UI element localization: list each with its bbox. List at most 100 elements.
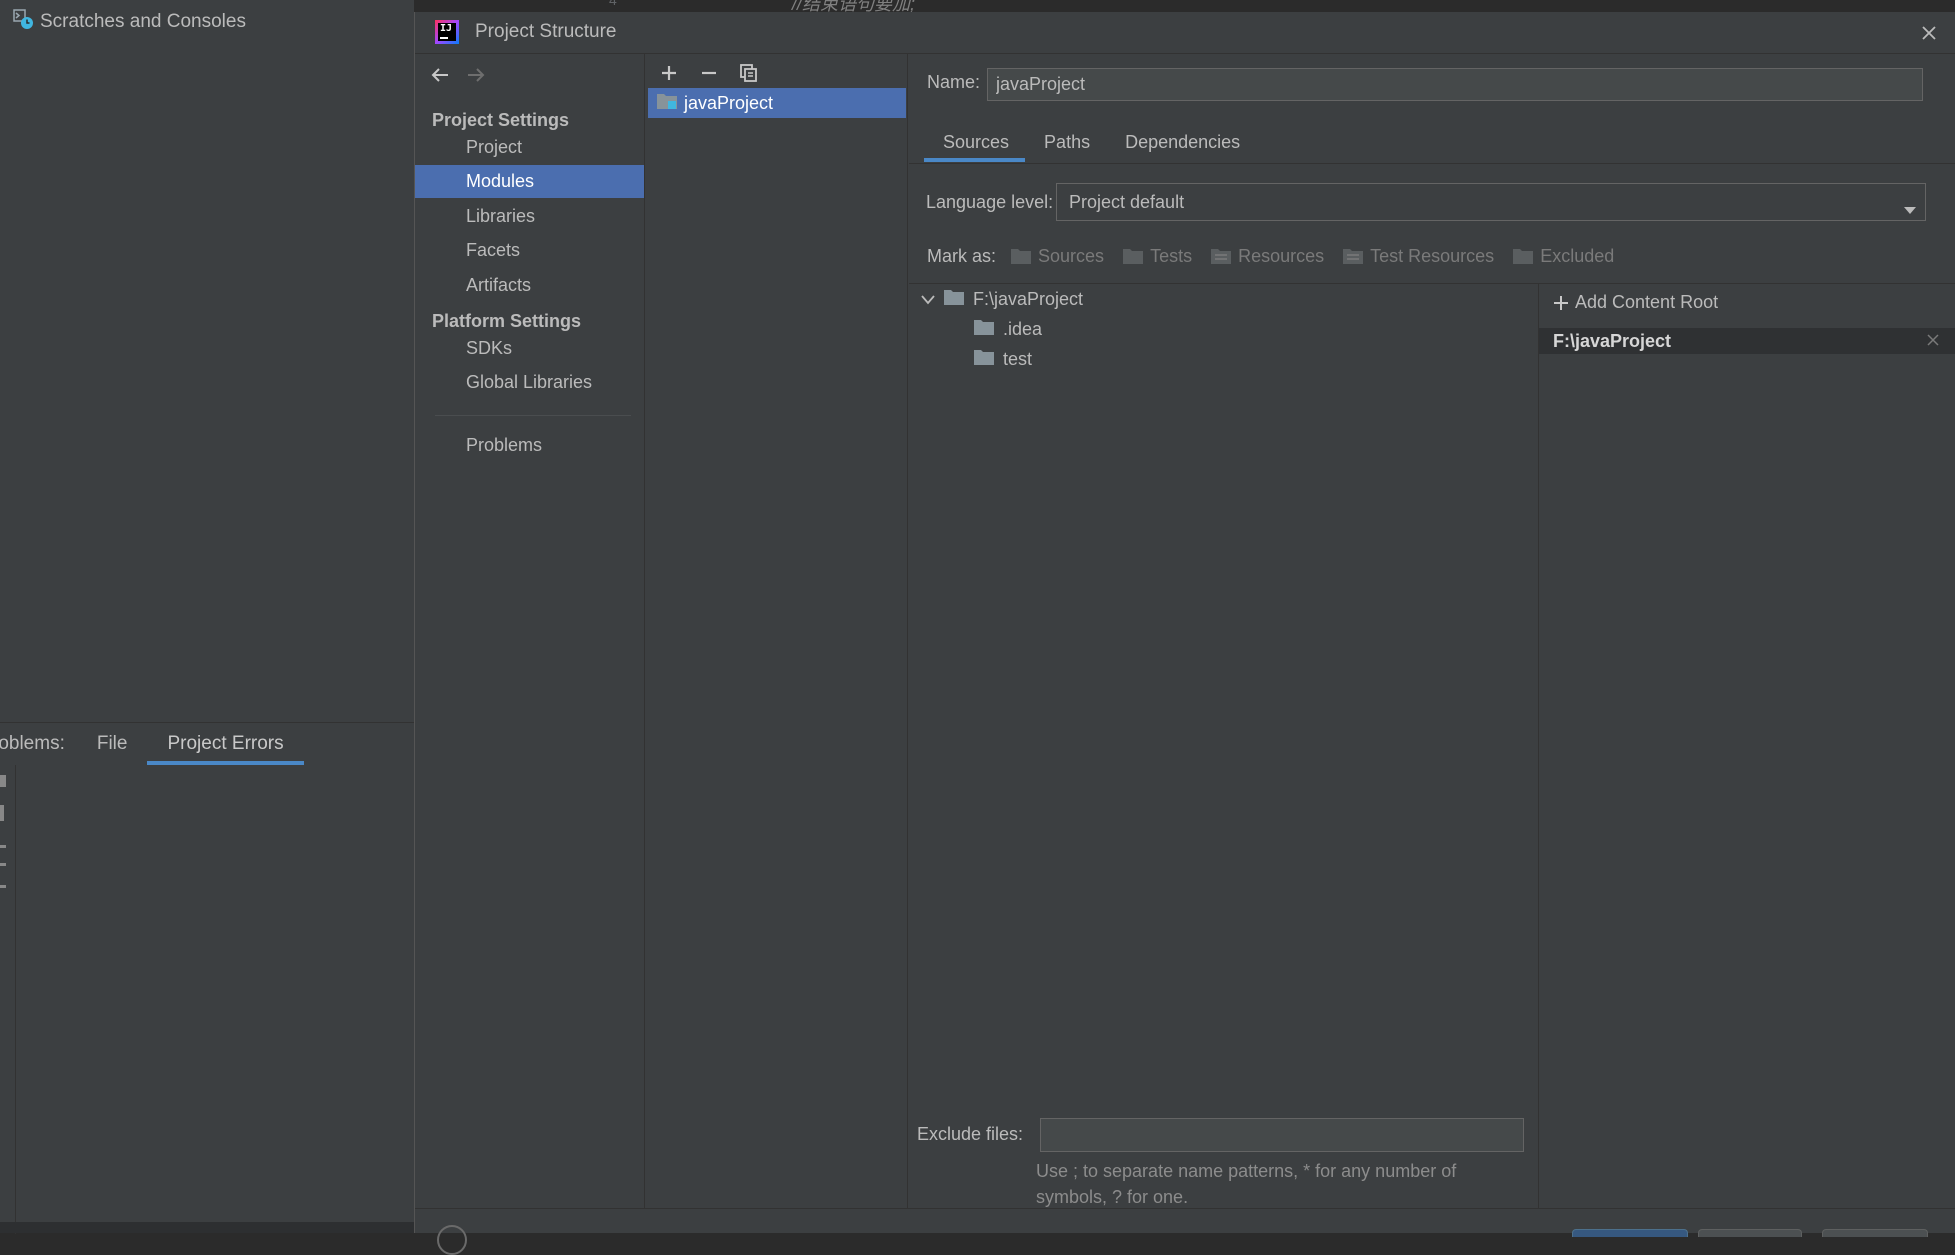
language-level-select[interactable]: Project default <box>1056 183 1926 221</box>
exclude-files-field[interactable] <box>1040 1118 1524 1152</box>
status-bar <box>0 1222 414 1233</box>
folder-icon <box>973 318 995 341</box>
tree-root-node[interactable]: F:\javaProject <box>921 286 1083 312</box>
settings-nav: Project Settings Project Modules Librari… <box>415 54 645 1208</box>
module-name: javaProject <box>684 92 774 113</box>
problems-label: roblems: <box>0 733 65 754</box>
toolbar-mark[interactable] <box>0 775 6 787</box>
scratches-label: Scratches and Consoles <box>40 11 246 32</box>
nav-item-global-libraries[interactable]: Global Libraries <box>415 366 644 399</box>
mark-as-sources-label: Sources <box>1038 245 1105 266</box>
tab-project-errors[interactable]: Project Errors <box>147 723 304 765</box>
copy-icon[interactable] <box>736 60 762 86</box>
tree-node-label: test <box>1003 348 1033 369</box>
language-level-label: Language level: <box>926 192 1054 212</box>
dialog-footer <box>415 1208 1955 1255</box>
cancel-button[interactable] <box>1698 1229 1802 1237</box>
close-icon[interactable] <box>1916 20 1942 46</box>
nav-item-facets[interactable]: Facets <box>415 234 644 267</box>
content-root-entry[interactable]: F:\javaProject <box>1539 328 1955 354</box>
chevron-down-icon <box>1903 199 1917 220</box>
nav-item-project[interactable]: Project <box>415 131 644 164</box>
remove-root-icon[interactable] <box>1925 332 1941 353</box>
test-resources-folder-icon <box>1343 249 1364 264</box>
nav-item-libraries[interactable]: Libraries <box>415 200 644 233</box>
folder-icon <box>943 288 965 311</box>
exclude-files-label: Exclude files: <box>917 1124 1024 1144</box>
sources-folder-icon <box>1011 249 1032 264</box>
toolbar-mark[interactable] <box>0 885 6 888</box>
nav-item-modules[interactable]: Modules <box>415 165 644 198</box>
mark-as-sources-button[interactable]: Sources <box>1010 246 1104 267</box>
nav-item-artifacts[interactable]: Artifacts <box>415 269 644 302</box>
tab-sources[interactable]: Sources <box>924 122 1026 162</box>
tree-node-label: .idea <box>1003 318 1043 339</box>
excluded-folder-icon <box>1513 249 1534 264</box>
tree-node-test[interactable]: test <box>973 346 1032 372</box>
exclude-files-help: Use ; to separate name patterns, * for a… <box>1036 1158 1536 1210</box>
mark-as-resources-button[interactable]: Resources <box>1210 246 1324 267</box>
apply-button[interactable] <box>1822 1229 1928 1237</box>
tab-file[interactable]: File <box>77 723 148 765</box>
editor-line-number: 4 <box>609 0 617 8</box>
forward-arrow-icon[interactable] <box>465 64 487 88</box>
language-level-value: Project default <box>1069 191 1185 212</box>
mark-as-excluded-button[interactable]: Excluded <box>1512 246 1614 267</box>
mark-as-resources-label: Resources <box>1238 245 1325 266</box>
module-folder-icon <box>656 91 678 116</box>
help-icon[interactable] <box>437 1225 467 1255</box>
plus-icon <box>1554 295 1568 310</box>
back-arrow-icon[interactable] <box>429 64 451 88</box>
nav-arrows <box>429 64 487 88</box>
remove-icon[interactable] <box>696 60 722 86</box>
tab-paths[interactable]: Paths <box>1025 122 1106 162</box>
ok-button[interactable] <box>1572 1229 1688 1237</box>
toolbar-mark[interactable] <box>0 805 4 821</box>
nav-divider <box>435 415 631 416</box>
problems-tool-window: roblems: File Project Errors <box>0 722 414 1234</box>
tree-node-idea[interactable]: .idea <box>973 316 1042 342</box>
add-content-root-label: Add Content Root <box>1575 292 1719 312</box>
content-roots-panel: Add Content Root F:\javaProject <box>1538 284 1955 1208</box>
mark-as-test-resources-button[interactable]: Test Resources <box>1342 246 1494 267</box>
intellij-app-icon: IJ <box>435 20 459 44</box>
editor-area: 4 //结束语句要加; <box>414 0 1955 14</box>
tab-dependencies[interactable]: Dependencies <box>1106 122 1256 162</box>
project-structure-dialog: IJ Project Structure Project Settings Pr… <box>414 12 1955 1255</box>
content-root-path: F:\javaProject <box>1553 330 1672 351</box>
problems-side-toolbar <box>0 765 16 1234</box>
tabs-divider <box>909 163 1955 164</box>
module-tabs: Sources Paths Dependencies <box>924 122 1256 162</box>
nav-item-sdks[interactable]: SDKs <box>415 332 644 365</box>
module-list-item[interactable]: javaProject <box>648 88 906 118</box>
tree-root-label: F:\javaProject <box>973 288 1084 309</box>
module-name-field[interactable] <box>987 68 1923 101</box>
add-icon[interactable] <box>656 60 682 86</box>
resources-folder-icon <box>1211 249 1232 264</box>
mark-as-label: Mark as: <box>927 245 997 266</box>
mark-as-test-resources-label: Test Resources <box>1370 245 1495 266</box>
module-detail-panel: Name: Sources Paths Dependencies Languag… <box>909 54 1955 1208</box>
toolbar-mark[interactable] <box>0 863 6 866</box>
tests-folder-icon <box>1123 249 1144 264</box>
folder-icon <box>973 348 995 371</box>
mark-as-tests-button[interactable]: Tests <box>1122 246 1192 267</box>
exclude-help-line: symbols, ? for one. <box>1036 1187 1189 1207</box>
section-project-settings: Project Settings <box>432 110 570 130</box>
chevron-down-icon[interactable] <box>921 289 935 310</box>
nav-item-problems[interactable]: Problems <box>415 429 644 462</box>
add-content-root-button[interactable]: Add Content Root <box>1553 292 1718 313</box>
module-list-toolbar <box>656 60 762 86</box>
problems-tab-bar: roblems: File Project Errors <box>0 723 414 765</box>
ide-left-panel: Scratches and Consoles roblems: File Pro… <box>0 0 414 1234</box>
mark-as-tests-label: Tests <box>1150 245 1193 266</box>
name-label: Name: <box>927 72 981 92</box>
module-list-panel: javaProject <box>646 54 908 1208</box>
content-root-tree: F:\javaProject .idea test <box>909 284 1537 1104</box>
dialog-titlebar[interactable]: IJ Project Structure <box>415 12 1955 54</box>
scratches-and-consoles-item[interactable]: Scratches and Consoles <box>12 8 246 36</box>
mark-as-toolbar: Mark as: Sources Tests Resources Test Re… <box>927 241 1632 271</box>
dialog-title: Project Structure <box>475 21 617 42</box>
exclude-help-line: Use ; to separate name patterns, * for a… <box>1036 1161 1457 1181</box>
toolbar-mark[interactable] <box>0 845 6 848</box>
